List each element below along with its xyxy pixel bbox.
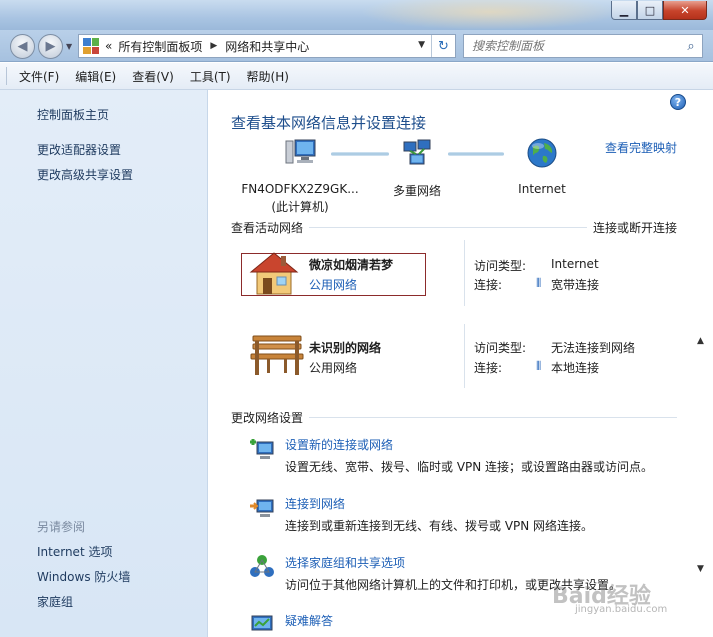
access-type-label-2: 访问类型:: [474, 341, 527, 355]
troubleshoot-icon: [251, 615, 273, 631]
refresh-button[interactable]: ↻: [431, 35, 455, 57]
connect-to-network-link[interactable]: 连接到网络: [285, 495, 345, 512]
window-controls: ▁ □ ✕: [611, 1, 707, 20]
menu-view[interactable]: 查看(V): [132, 68, 174, 85]
forward-button[interactable]: ▶: [38, 34, 63, 59]
access-type-label-1: 访问类型:: [474, 259, 527, 273]
computer-sub: (此计算机): [271, 200, 329, 214]
sidebar-item-advanced-sharing[interactable]: 更改高级共享设置: [37, 166, 133, 183]
access-type-value-2: 无法连接到网络: [551, 341, 636, 355]
network-type-2: 公用网络: [309, 361, 358, 375]
help-icon[interactable]: ?: [670, 94, 686, 110]
recent-pages-dropdown[interactable]: ▼: [66, 42, 72, 51]
network-2-divider: [464, 324, 465, 388]
breadcrumb-network-center[interactable]: 网络和共享中心: [225, 38, 309, 55]
see-also-windows-firewall[interactable]: Windows 防火墙: [37, 568, 130, 585]
close-button[interactable]: ✕: [663, 1, 707, 20]
internet-link-line: [448, 152, 504, 156]
see-also-internet-options[interactable]: Internet 选项: [37, 543, 112, 560]
connect-disconnect-link[interactable]: 连接或断开连接: [593, 219, 677, 236]
menu-file[interactable]: 文件(F): [19, 68, 59, 85]
breadcrumb-chevron[interactable]: «: [105, 39, 112, 53]
navigation-bar: ◀ ▶ ▼ « 所有控制面板项 ▶ 网络和共享中心 ▼ ↻ ⌕: [0, 30, 713, 62]
active-networks-heading: 查看活动网络: [231, 221, 304, 235]
connection-icon-2: ⦀: [536, 359, 542, 373]
full-map-link[interactable]: 查看完整映射: [605, 139, 677, 156]
menu-tools[interactable]: 工具(T): [190, 68, 231, 85]
scroll-down-icon[interactable]: ▼: [697, 564, 704, 574]
setup-new-connection-desc: 设置无线、宽带、拨号、临时或 VPN 连接；或设置路由器或访问点。: [285, 460, 654, 474]
internet-node: Internet: [501, 137, 583, 196]
active-networks-divider: [309, 227, 587, 228]
bench-icon: [250, 335, 304, 375]
address-dropdown-icon[interactable]: ▼: [418, 40, 425, 50]
scrollbar[interactable]: ▲ ▼: [691, 90, 713, 637]
change-settings-divider: [309, 417, 677, 418]
internet-label: Internet: [518, 182, 566, 196]
multiple-networks-icon: [403, 139, 431, 165]
troubleshoot-link[interactable]: 疑难解答: [285, 612, 333, 629]
network-1-divider: [464, 240, 465, 306]
breadcrumb-all-items[interactable]: 所有控制面板项: [118, 38, 202, 55]
menu-bar: 文件(F) 编辑(E) 查看(V) 工具(T) 帮助(H): [0, 63, 713, 90]
menu-help[interactable]: 帮助(H): [247, 68, 289, 85]
scroll-up-icon[interactable]: ▲: [697, 336, 704, 346]
multiple-networks-node: 多重网络: [381, 138, 453, 199]
baidu-watermark-url: jingyan.baidu.com: [575, 604, 668, 615]
house-icon: [249, 252, 299, 295]
connection-label-2: 连接:: [474, 361, 503, 375]
page-title: 查看基本网络信息并设置连接: [231, 114, 427, 132]
control-panel-icon: [83, 38, 99, 54]
search-box[interactable]: ⌕: [463, 34, 703, 58]
local-connection-link[interactable]: 本地连接: [551, 359, 599, 376]
broadband-connection-link[interactable]: 宽带连接: [551, 276, 599, 293]
computer-icon: [285, 139, 316, 164]
maximize-button[interactable]: □: [637, 1, 663, 20]
connection-icon-1: ⦀: [536, 276, 542, 290]
network-name-2: 未识别的网络: [309, 341, 382, 355]
new-connection-icon: [250, 439, 274, 459]
address-bar[interactable]: « 所有控制面板项 ▶ 网络和共享中心 ▼ ↻: [78, 34, 456, 58]
change-settings-heading: 更改网络设置: [231, 411, 304, 425]
search-input[interactable]: [472, 39, 680, 53]
network-name-1: 微凉如烟清若梦: [309, 258, 394, 272]
homegroup-sharing-link[interactable]: 选择家庭组和共享选项: [285, 554, 405, 571]
title-bar-background: [360, 0, 620, 30]
connect-network-icon: [250, 499, 274, 517]
main-content: ? ▲ ▼ 查看基本网络信息并设置连接 查看完整映射 FN4ODFKX2Z9GK…: [209, 90, 713, 637]
left-pane: 控制面板主页 更改适配器设置 更改高级共享设置 另请参阅 Internet 选项…: [0, 90, 208, 637]
sidebar-item-control-panel-home[interactable]: 控制面板主页: [37, 106, 109, 123]
search-icon[interactable]: ⌕: [680, 39, 702, 54]
network-type-link-1[interactable]: 公用网络: [309, 276, 357, 293]
minimize-button[interactable]: ▁: [611, 1, 637, 20]
homegroup-icon: [250, 555, 274, 577]
multiple-networks-label: 多重网络: [392, 184, 441, 198]
back-button[interactable]: ◀: [10, 34, 35, 59]
sidebar-item-adapter-settings[interactable]: 更改适配器设置: [37, 141, 121, 158]
connect-to-network-desc: 连接到或重新连接到无线、有线、拨号或 VPN 网络连接。: [285, 519, 594, 533]
computer-name: FN4ODFKX2Z9GK...: [241, 182, 359, 196]
breadcrumb-separator-icon[interactable]: ▶: [210, 41, 217, 51]
title-bar: ▁ □ ✕: [0, 0, 713, 30]
menu-separator: [6, 67, 7, 85]
access-type-value-1: Internet: [551, 257, 599, 271]
setup-new-connection-link[interactable]: 设置新的连接或网络: [285, 436, 393, 453]
globe-icon: [527, 138, 557, 168]
this-computer-node: FN4ODFKX2Z9GK... (此计算机): [239, 138, 361, 215]
see-also-homegroup[interactable]: 家庭组: [37, 593, 73, 610]
menu-edit[interactable]: 编辑(E): [75, 68, 116, 85]
connection-label-1: 连接:: [474, 278, 503, 292]
see-also-heading: 另请参阅: [37, 520, 86, 534]
